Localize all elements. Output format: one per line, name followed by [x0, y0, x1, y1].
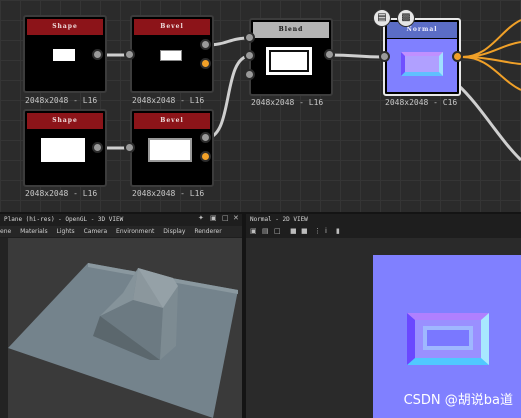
menu-scene[interactable]: ene	[0, 228, 11, 235]
menu-environment[interactable]: Environment	[116, 228, 154, 235]
input-port-foreground[interactable]	[244, 32, 255, 43]
document-icon[interactable]: ▤	[373, 9, 391, 27]
close-icon[interactable]: ✕	[233, 214, 239, 222]
wire-blend-normal	[329, 53, 385, 59]
histogram-icon[interactable]: ▮	[336, 227, 340, 235]
node-resolution: 2048x2048 - L16	[132, 96, 205, 105]
input-port-opacity[interactable]	[244, 69, 255, 80]
panel-gutter	[0, 238, 8, 418]
output-port-orange[interactable]	[200, 151, 211, 162]
input-port[interactable]	[124, 49, 135, 60]
node-title: Blend	[253, 22, 329, 38]
node-title: Normal	[387, 22, 457, 38]
image-icon[interactable]: ▤	[262, 227, 269, 235]
node-title: Bevel	[134, 113, 210, 129]
bevel-thumbnail	[148, 138, 192, 162]
menu-display[interactable]: Display	[163, 228, 185, 235]
shape-thumbnail	[53, 49, 75, 61]
output-port[interactable]	[324, 49, 335, 60]
menu-lights[interactable]: Lights	[57, 228, 75, 235]
node-resolution: 2048x2048 - L16	[251, 98, 324, 107]
channel-r-icon[interactable]: ■	[290, 227, 297, 235]
blend-thumbnail	[266, 47, 312, 75]
normal-thumbnail	[387, 39, 457, 92]
node-title: Bevel	[134, 19, 210, 35]
node-resolution: 2048x2048 - L16	[132, 189, 205, 198]
watermark: CSDN @胡说ba道	[403, 393, 513, 408]
viewport-3d[interactable]	[8, 238, 242, 418]
menu-renderer[interactable]: Renderer	[194, 228, 221, 235]
output-port[interactable]	[200, 132, 211, 143]
node-resolution: 2048x2048 - L16	[25, 96, 98, 105]
blend-node[interactable]: Blend	[249, 18, 333, 96]
output-port[interactable]	[92, 49, 103, 60]
pin-icon[interactable]: ✦	[198, 214, 204, 222]
bevel-thumbnail	[160, 50, 182, 61]
channel-g-icon[interactable]: ■	[301, 227, 308, 235]
maximize-icon[interactable]: □	[222, 214, 229, 222]
output-port[interactable]	[200, 39, 211, 50]
shape-thumbnail	[41, 138, 85, 162]
info-icon[interactable]: i	[325, 227, 327, 235]
bevel-node-2[interactable]: Bevel	[130, 109, 214, 187]
grid-icon[interactable]: ▣	[210, 214, 217, 222]
input-port[interactable]	[124, 142, 135, 153]
node-resolution: 2048x2048 - C16	[385, 98, 458, 107]
node-title: Shape	[27, 113, 103, 129]
node-title: Shape	[27, 19, 103, 35]
view2d-title: Normal - 2D VIEW	[250, 216, 308, 223]
input-port-background[interactable]	[244, 50, 255, 61]
menu-camera[interactable]: Camera	[84, 228, 108, 235]
save-icon[interactable]: ▣	[250, 227, 257, 235]
output-port[interactable]	[92, 142, 103, 153]
output-port-orange[interactable]	[200, 58, 211, 69]
plane-mesh	[8, 263, 238, 418]
tiling-icon[interactable]: ⋮	[314, 227, 321, 235]
copy-icon[interactable]: □	[274, 227, 281, 235]
bevel-node-1[interactable]: Bevel	[130, 15, 214, 93]
view3d-menu: ene Materials Lights Camera Environment …	[0, 226, 242, 237]
normal-node[interactable]: Normal	[383, 18, 461, 96]
view3d-title: Plane (hi-res) - OpenGL - 3D VIEW	[4, 216, 124, 223]
pattern-icon[interactable]: ▩	[397, 9, 415, 27]
output-port-orange[interactable]	[452, 51, 463, 62]
menu-materials[interactable]: Materials	[20, 228, 48, 235]
node-graph[interactable]: Shape 2048x2048 - L16 Bevel 2048x2048 - …	[0, 0, 521, 212]
wire-normal-down	[456, 83, 521, 162]
input-port[interactable]	[379, 51, 390, 62]
node-resolution: 2048x2048 - L16	[25, 189, 98, 198]
